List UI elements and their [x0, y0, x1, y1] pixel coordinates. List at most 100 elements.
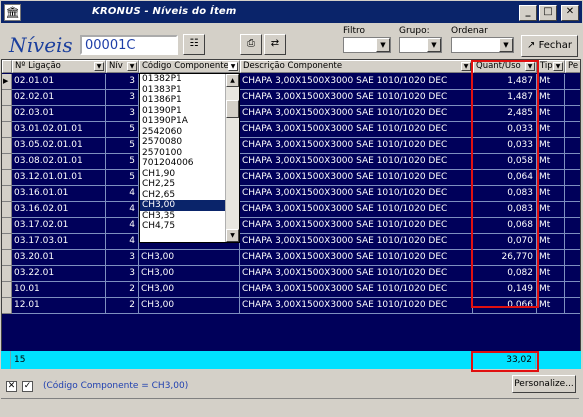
cell-lig[interactable]: 02.01.01 [12, 74, 106, 90]
cell-lig[interactable]: 03.12.01.01.01 [12, 170, 106, 186]
cell-desc[interactable]: CHAPA 3,00X1500X3000 SAE 1010/1020 DEC [240, 250, 473, 266]
row-indicator[interactable] [2, 234, 12, 250]
row-indicator[interactable] [2, 282, 12, 298]
cell-tip[interactable]: Mt [537, 170, 565, 186]
item-code-field[interactable]: 00001C [80, 35, 178, 55]
chevron-down-icon[interactable]: ▼ [127, 62, 137, 71]
cell-tip[interactable]: Mt [537, 298, 565, 314]
cell-lig[interactable]: 03.17.02.01 [12, 218, 106, 234]
cell-qty[interactable]: 2,485 [473, 106, 537, 122]
personalize-button[interactable]: Personalize... [512, 375, 576, 393]
cell-lig[interactable]: 12.01 [12, 298, 106, 314]
cell-pe[interactable] [565, 266, 580, 282]
row-indicator[interactable] [2, 138, 12, 154]
cell-desc[interactable]: CHAPA 3,00X1500X3000 SAE 1010/1020 DEC [240, 170, 473, 186]
cell-niv[interactable]: 3 [106, 74, 139, 90]
cell-lig[interactable]: 03.20.01 [12, 250, 106, 266]
cell-lig[interactable]: 02.02.01 [12, 90, 106, 106]
cell-desc[interactable]: CHAPA 3,00X1500X3000 SAE 1010/1020 DEC [240, 298, 473, 314]
cell-desc[interactable]: CHAPA 3,00X1500X3000 SAE 1010/1020 DEC [240, 266, 473, 282]
cell-pe[interactable] [565, 186, 580, 202]
close-form-button[interactable]: ↗ Fechar [521, 35, 578, 57]
row-indicator[interactable]: ▶ [2, 74, 12, 90]
cell-niv[interactable]: 5 [106, 122, 139, 138]
chevron-down-icon[interactable]: ▼ [94, 62, 104, 71]
chevron-down-icon[interactable]: ▼ [376, 38, 390, 52]
table-row[interactable]: ▶ 02.01.01 3 CHAPA 3,00X1500X3000 SAE 1010/… [2, 74, 580, 90]
cell-qty[interactable]: 0,083 [473, 186, 537, 202]
chevron-down-icon[interactable]: ▼ [499, 38, 513, 52]
scroll-down-icon[interactable]: ▼ [226, 229, 239, 242]
cell-qty[interactable]: 1,487 [473, 74, 537, 90]
cell-qty[interactable]: 26,770 [473, 250, 537, 266]
cell-qty[interactable]: 0,083 [473, 202, 537, 218]
cell-tip[interactable]: Mt [537, 106, 565, 122]
building-icon[interactable]: 🏛 [4, 4, 21, 21]
close-button[interactable]: ✕ [561, 5, 579, 21]
cell-niv[interactable]: 4 [106, 234, 139, 250]
table-row[interactable]: 10.01 2 CH3,00 CHAPA 3,00X1500X3000 SAE 101… [2, 282, 580, 298]
cell-niv[interactable]: 2 [106, 298, 139, 314]
cell-lig[interactable]: 03.08.02.01.01 [12, 154, 106, 170]
cell-niv[interactable]: 4 [106, 186, 139, 202]
cell-desc[interactable]: CHAPA 3,00X1500X3000 SAE 1010/1020 DEC [240, 90, 473, 106]
cell-niv[interactable]: 4 [106, 202, 139, 218]
row-indicator[interactable] [2, 170, 12, 186]
cell-desc[interactable]: CHAPA 3,00X1500X3000 SAE 1010/1020 DEC [240, 122, 473, 138]
cell-pe[interactable] [565, 202, 580, 218]
cell-qty[interactable]: 1,487 [473, 90, 537, 106]
cell-tip[interactable]: Mt [537, 250, 565, 266]
cell-tip[interactable]: Mt [537, 234, 565, 250]
row-indicator[interactable] [2, 106, 12, 122]
cell-pe[interactable] [565, 170, 580, 186]
table-row[interactable]: 02.02.01 3 CHAPA 3,00X1500X3000 SAE 1010/1… [2, 90, 580, 106]
cell-niv[interactable]: 2 [106, 282, 139, 298]
levels-grid[interactable]: Nº Ligação ▼ Nív ▼ Código Componente ▼ Desc… [1, 59, 581, 355]
cell-qty[interactable]: 0,033 [473, 138, 537, 154]
cell-niv[interactable]: 3 [106, 90, 139, 106]
table-row[interactable]: 12.01 2 CH3,00 CHAPA 3,00X1500X3000 SAE 101… [2, 298, 580, 314]
row-indicator[interactable] [2, 250, 12, 266]
row-indicator[interactable] [2, 122, 12, 138]
cell-pe[interactable] [565, 250, 580, 266]
cell-qty[interactable]: 0,068 [473, 218, 537, 234]
cell-pe[interactable] [565, 122, 580, 138]
table-row[interactable]: 03.17.02.01 4 CHAPA 3,00X1500X3000 SAE 101… [2, 218, 580, 234]
cell-desc[interactable]: CHAPA 3,00X1500X3000 SAE 1010/1020 DEC [240, 106, 473, 122]
cell-qty[interactable]: 0,149 [473, 282, 537, 298]
chevron-down-icon[interactable]: ▼ [461, 62, 471, 71]
cell-niv[interactable]: 4 [106, 218, 139, 234]
cell-niv[interactable]: 3 [106, 250, 139, 266]
cell-cod[interactable]: CH3,00 [139, 282, 240, 298]
cell-tip[interactable]: Mt [537, 186, 565, 202]
clear-filter-button[interactable]: ✕ [6, 381, 17, 392]
table-row[interactable]: 03.20.01 3 CH3,00 CHAPA 3,00X1500X3000 SAE … [2, 250, 580, 266]
cell-tip[interactable]: Mt [537, 266, 565, 282]
cell-niv[interactable]: 5 [106, 170, 139, 186]
chevron-down-icon[interactable]: ▼ [525, 62, 535, 71]
cell-cod[interactable]: CH3,00 [139, 250, 240, 266]
cell-desc[interactable]: CHAPA 3,00X1500X3000 SAE 1010/1020 DEC [240, 186, 473, 202]
table-row[interactable]: 03.12.01.01.01 5 CHAPA 3,00X1500X3000 SAE … [2, 170, 580, 186]
cell-lig[interactable]: 02.03.01 [12, 106, 106, 122]
cell-tip[interactable]: Mt [537, 138, 565, 154]
cell-lig[interactable]: 03.17.03.01 [12, 234, 106, 250]
filter-active-checkbox[interactable]: ✓ [22, 381, 33, 392]
chevron-down-icon[interactable]: ▼ [553, 62, 563, 71]
cell-pe[interactable] [565, 74, 580, 90]
cell-desc[interactable]: CHAPA 3,00X1500X3000 SAE 1010/1020 DEC [240, 234, 473, 250]
row-indicator[interactable] [2, 218, 12, 234]
filter-select[interactable]: ▼ [343, 37, 391, 53]
minimize-button[interactable]: _ [519, 5, 537, 21]
cell-pe[interactable] [565, 234, 580, 250]
cell-lig[interactable]: 03.16.01.01 [12, 186, 106, 202]
cell-lig[interactable]: 03.16.02.01 [12, 202, 106, 218]
scroll-thumb[interactable] [226, 100, 239, 118]
table-row[interactable]: 03.17.03.01 4 CHAPA 3,00X1500X3000 SAE 101… [2, 234, 580, 250]
table-row[interactable]: 03.16.01.01 4 CHAPA 3,00X1500X3000 SAE 101… [2, 186, 580, 202]
cell-cod[interactable]: CH3,00 [139, 266, 240, 282]
cell-pe[interactable] [565, 282, 580, 298]
cell-tip[interactable]: Mt [537, 282, 565, 298]
chevron-down-icon[interactable]: ▼ [427, 38, 441, 52]
cell-desc[interactable]: CHAPA 3,00X1500X3000 SAE 1010/1020 DEC [240, 138, 473, 154]
